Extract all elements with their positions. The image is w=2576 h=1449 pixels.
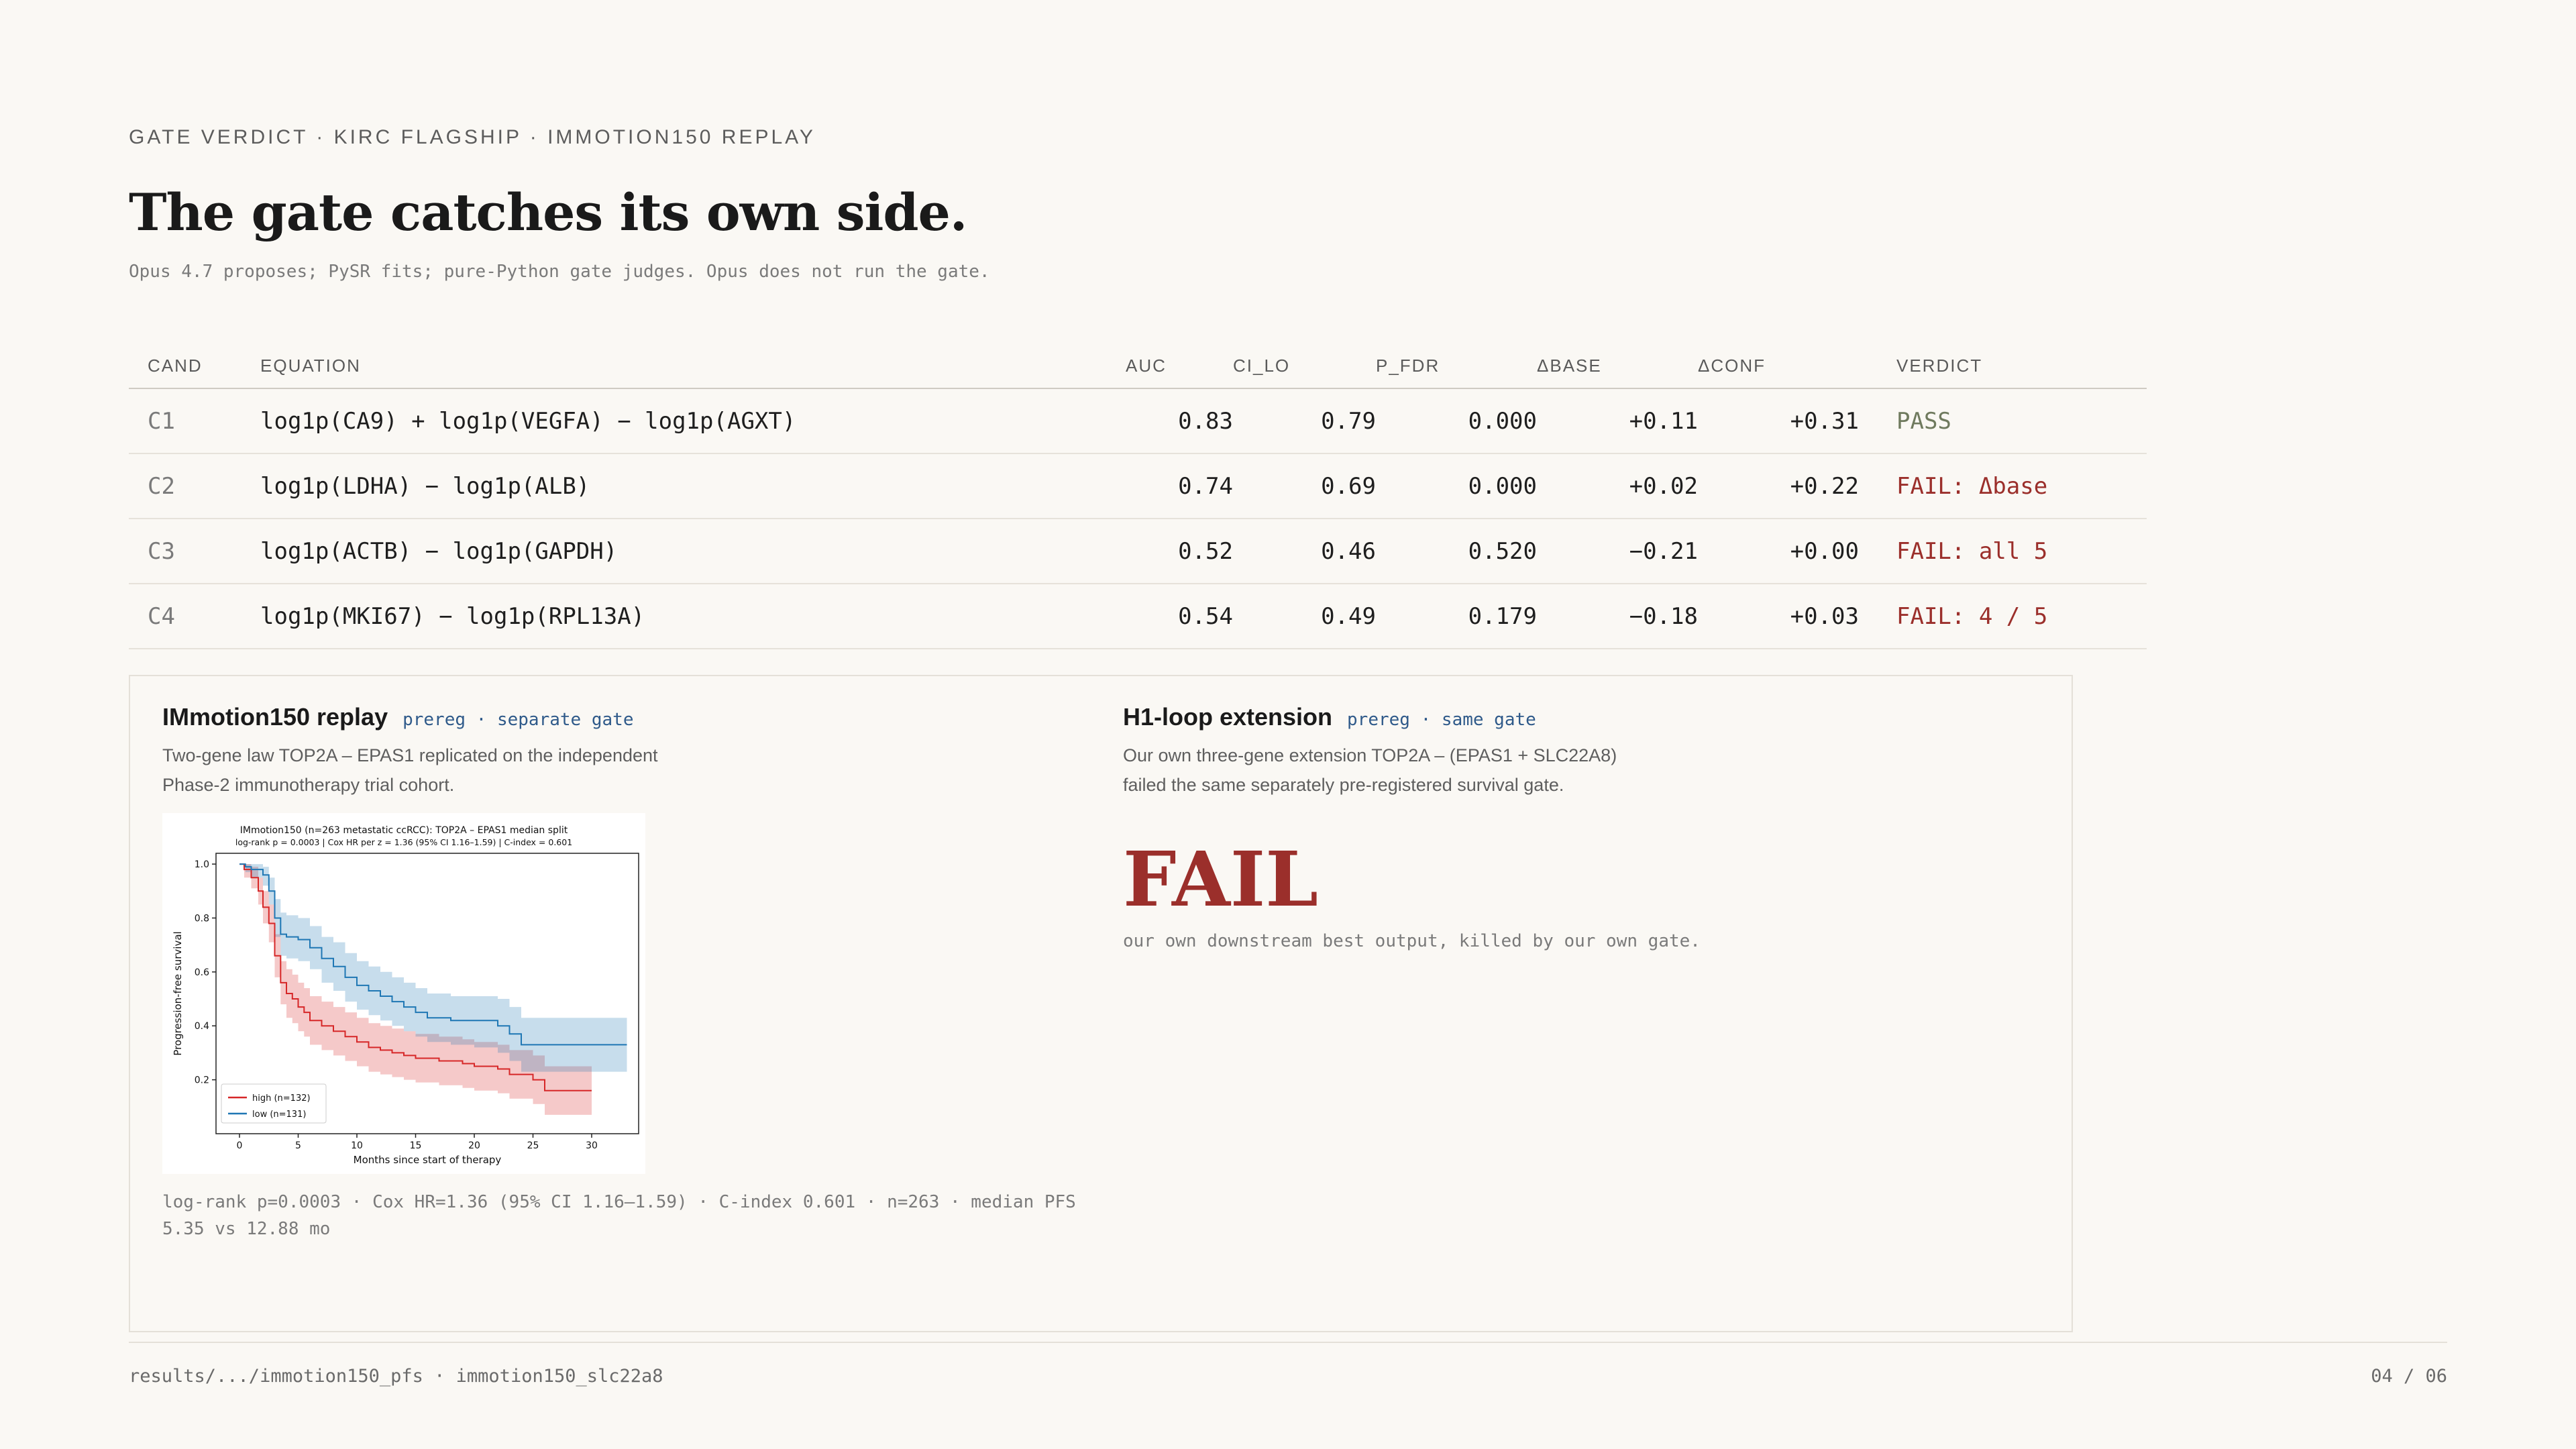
extension-desc-line: Our own three-gene extension TOP2A – (EP…	[1123, 745, 1617, 765]
extension-heading: H1-loop extension prereg · same gate	[1123, 703, 1536, 731]
cell-ci-lo: 0.69	[1233, 453, 1376, 519]
gate-verdict-table: CAND EQUATION AUC CI_LO P_FDR ΔBASE ΔCON…	[129, 343, 2147, 649]
legend-label: high (n=132)	[252, 1093, 311, 1104]
replay-desc-line: Phase-2 immunotherapy trial cohort.	[162, 775, 455, 795]
chart-subtitle: log-rank p = 0.0003 | Cox HR per z = 1.3…	[235, 837, 572, 847]
x-tick-label: 20	[468, 1140, 480, 1151]
x-tick-label: 30	[586, 1140, 598, 1151]
y-tick-label: 0.4	[195, 1021, 209, 1032]
chart-legend: high (n=132) low (n=131)	[221, 1083, 327, 1124]
cell-ci-lo: 0.46	[1233, 519, 1376, 584]
cell-ci-lo: 0.79	[1233, 388, 1376, 454]
cell-cand: C3	[129, 519, 260, 584]
cell-verdict: PASS	[1859, 388, 2147, 454]
cell-cand: C2	[129, 453, 260, 519]
col-header-ci-lo: CI_LO	[1233, 343, 1376, 389]
replay-description: Two-gene law TOP2A – EPAS1 replicated on…	[162, 741, 658, 800]
cell-equation: log1p(LDHA) − log1p(ALB)	[260, 453, 1126, 519]
cell-p-fdr: 0.000	[1376, 453, 1537, 519]
x-tick-label: 25	[527, 1140, 539, 1151]
y-axis-label: Progression-free survival	[172, 931, 184, 1055]
cell-dconf: +0.00	[1698, 519, 1859, 584]
cell-auc: 0.54	[1126, 584, 1233, 649]
y-tick-label: 0.6	[195, 967, 209, 978]
extension-tag: prereg · same gate	[1347, 710, 1536, 730]
legend-label: low (n=131)	[252, 1110, 306, 1120]
ci-band-1	[239, 864, 627, 1072]
extension-verdict: FAIL	[1123, 836, 1318, 924]
col-header-auc: AUC	[1126, 343, 1233, 389]
cell-dbase: −0.18	[1537, 584, 1698, 649]
replay-stats-line: log-rank p=0.0003 · Cox HR=1.36 (95% CI …	[162, 1192, 1076, 1212]
y-tick-label: 0.2	[195, 1075, 209, 1086]
cell-equation: log1p(CA9) + log1p(VEGFA) − log1p(AGXT)	[260, 388, 1126, 454]
cell-ci-lo: 0.49	[1233, 584, 1376, 649]
cell-equation: log1p(ACTB) − log1p(GAPDH)	[260, 519, 1126, 584]
cell-verdict: FAIL: Δbase	[1859, 453, 2147, 519]
cell-p-fdr: 0.179	[1376, 584, 1537, 649]
col-header-dconf: ΔCONF	[1698, 343, 1859, 389]
replay-title: IMmotion150 replay	[162, 703, 388, 731]
replay-desc-line: Two-gene law TOP2A – EPAS1 replicated on…	[162, 745, 658, 765]
cell-cand: C1	[129, 388, 260, 454]
x-axis-label: Months since start of therapy	[354, 1154, 502, 1166]
table-header-row: CAND EQUATION AUC CI_LO P_FDR ΔBASE ΔCON…	[129, 343, 2147, 389]
extension-desc-line: failed the same separately pre-registere…	[1123, 775, 1564, 795]
table-row: C2 log1p(LDHA) − log1p(ALB) 0.74 0.69 0.…	[129, 453, 2147, 519]
col-header-dbase: ΔBASE	[1537, 343, 1698, 389]
slide-title: The gate catches its own side.	[129, 182, 967, 242]
cell-auc: 0.52	[1126, 519, 1233, 584]
x-tick-label: 15	[410, 1140, 422, 1151]
extension-note: our own downstream best output, killed b…	[1123, 931, 1701, 951]
replay-heading: IMmotion150 replay prereg · separate gate	[162, 703, 633, 731]
col-header-p-fdr: P_FDR	[1376, 343, 1537, 389]
extension-description: Our own three-gene extension TOP2A – (EP…	[1123, 741, 1617, 800]
footer-divider	[129, 1342, 2447, 1343]
cell-auc: 0.74	[1126, 453, 1233, 519]
extension-title: H1-loop extension	[1123, 703, 1333, 731]
cell-verdict: FAIL: 4 / 5	[1859, 584, 2147, 649]
cell-dconf: +0.03	[1698, 584, 1859, 649]
x-tick-label: 5	[295, 1140, 301, 1151]
cell-cand: C4	[129, 584, 260, 649]
km-survival-chart: IMmotion150 (n=263 metastatic ccRCC): TO…	[162, 813, 645, 1174]
x-tick-label: 10	[351, 1140, 363, 1151]
table-row: C3 log1p(ACTB) − log1p(GAPDH) 0.52 0.46 …	[129, 519, 2147, 584]
footer-page-number: 04 / 06	[2371, 1366, 2447, 1387]
x-tick-label: 0	[237, 1140, 243, 1151]
cell-dbase: +0.11	[1537, 388, 1698, 454]
y-tick-label: 1.0	[195, 859, 209, 870]
cell-equation: log1p(MKI67) − log1p(RPL13A)	[260, 584, 1126, 649]
footer-source-path: results/.../immotion150_pfs · immotion15…	[129, 1366, 663, 1387]
cell-auc: 0.83	[1126, 388, 1233, 454]
y-tick-label: 0.8	[195, 913, 209, 924]
table-row: C4 log1p(MKI67) − log1p(RPL13A) 0.54 0.4…	[129, 584, 2147, 649]
cell-dbase: −0.21	[1537, 519, 1698, 584]
cell-p-fdr: 0.520	[1376, 519, 1537, 584]
slide-kicker: GATE VERDICT · KIRC FLAGSHIP · IMMOTION1…	[129, 126, 816, 148]
replay-stats-line: 5.35 vs 12.88 mo	[162, 1219, 331, 1239]
cell-verdict: FAIL: all 5	[1859, 519, 2147, 584]
chart-title: IMmotion150 (n=263 metastatic ccRCC): TO…	[240, 825, 568, 836]
cell-dconf: +0.31	[1698, 388, 1859, 454]
col-header-equation: EQUATION	[260, 343, 1126, 389]
replay-tag: prereg · separate gate	[402, 710, 634, 730]
cell-p-fdr: 0.000	[1376, 388, 1537, 454]
col-header-verdict: VERDICT	[1859, 343, 2147, 389]
col-header-cand: CAND	[129, 343, 260, 389]
cell-dconf: +0.22	[1698, 453, 1859, 519]
replay-stats: log-rank p=0.0003 · Cox HR=1.36 (95% CI …	[162, 1189, 1102, 1242]
slide-subtitle: Opus 4.7 proposes; PySR fits; pure-Pytho…	[129, 262, 990, 282]
cell-dbase: +0.02	[1537, 453, 1698, 519]
table-row: C1 log1p(CA9) + log1p(VEGFA) − log1p(AGX…	[129, 388, 2147, 454]
